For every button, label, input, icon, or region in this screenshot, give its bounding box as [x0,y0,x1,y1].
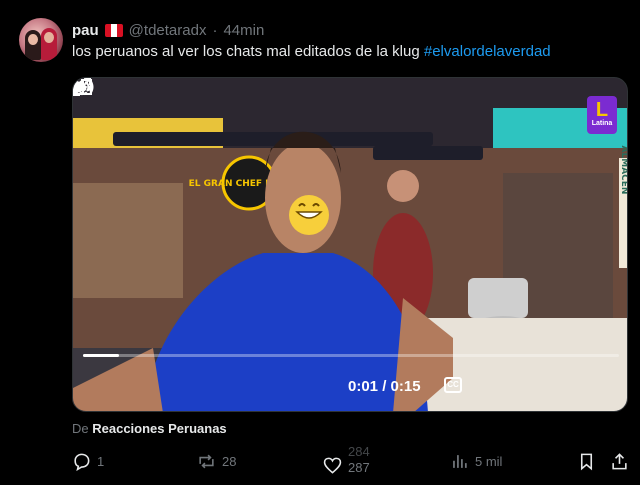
source-prefix: De [72,421,89,436]
tweet-text: los peruanos al ver los chats mal editad… [72,43,551,60]
like-button[interactable]: 284 287 [323,444,378,478]
reply-count: 1 [97,454,105,469]
progress-fill [83,354,119,357]
view-count: 5 mil [475,454,503,469]
separator-dot: · [212,21,218,39]
display-name[interactable]: pau [72,22,99,39]
reply-button[interactable]: 1 [72,452,104,471]
video-frame: EL GRAN CHEF Famosos ALMACEN [73,78,628,411]
bookmark-icon [580,453,593,471]
like-count-current: 287 [348,460,370,475]
repost-count: 28 [222,454,237,469]
tweet[interactable]: pau @tdetaradx · 44min los peruanos al v… [0,0,640,485]
timestamp[interactable]: 44min [223,22,264,39]
share-button[interactable] [610,452,629,471]
tweet-header: pau @tdetaradx · 44min [72,20,264,40]
reply-icon [74,453,90,471]
share-icon [612,453,627,470]
channel-logo: L Latina [587,96,617,134]
channel-logo-letter: L [595,99,609,121]
tweet-body: los peruanos al ver los chats mal editad… [72,43,424,60]
tweet-actions: 1 28 284 287 5 mil [72,444,629,478]
heart-icon [323,457,342,474]
video-time-readout: 0:01 / 0:15 [348,378,421,395]
media-source: De Reacciones Peruanas [72,421,227,436]
hashtag-link[interactable]: #elvalordelaverdad [424,43,551,60]
views-button[interactable]: 5 mil [450,452,502,471]
repost-icon [199,454,214,469]
repost-button[interactable]: 28 [197,452,236,471]
like-count-previous: 284 [348,444,370,459]
user-handle[interactable]: @tdetaradx [129,22,207,39]
progress-bar[interactable] [83,354,619,357]
channel-logo-name: Latina [591,120,613,127]
video-player[interactable]: EL GRAN CHEF Famosos ALMACEN L Latina 0: [72,77,628,412]
avatar[interactable] [19,18,63,62]
captions-icon[interactable]: CC [444,377,462,393]
like-count: 284 287 [348,444,378,478]
views-bar-chart-icon [453,455,467,468]
fullscreen-icon[interactable] [73,78,91,96]
source-account-link[interactable]: Reacciones Peruanas [92,421,226,436]
peru-flag-icon [104,23,123,37]
side-sign-text: ALMACEN [619,146,628,195]
bookmark-button[interactable] [577,452,596,471]
